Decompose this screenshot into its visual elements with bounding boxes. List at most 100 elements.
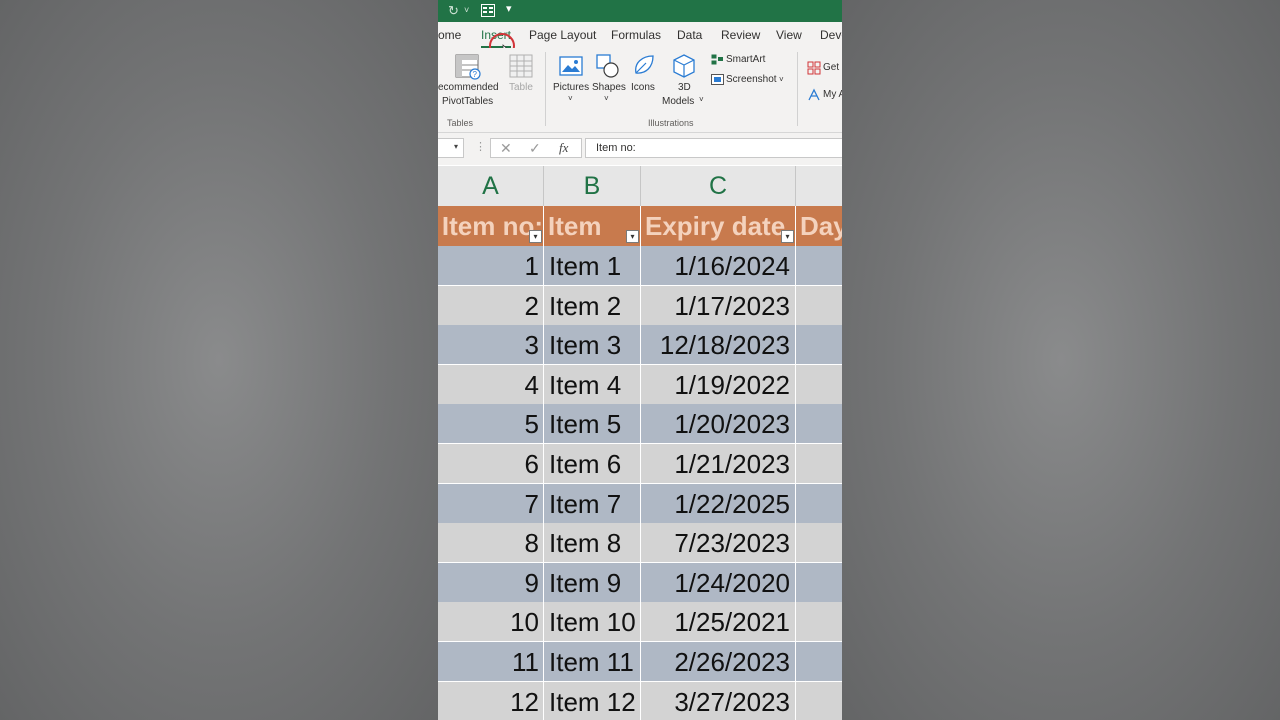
cell-item[interactable]: Item 5 xyxy=(544,404,641,444)
table-row: 5 Item 5 1/20/2023 xyxy=(438,404,842,445)
cell-item[interactable]: Item 10 xyxy=(544,602,641,642)
name-box-dropdown-icon[interactable]: ▾ xyxy=(454,142,458,151)
background-right xyxy=(842,0,1280,720)
formula-input[interactable]: Item no: xyxy=(585,138,842,158)
cell-item-no[interactable]: 12 xyxy=(438,681,544,720)
3d-models-dropdown-icon[interactable]: ˅ xyxy=(699,95,704,104)
cell-days[interactable] xyxy=(796,246,842,285)
cell-item-no[interactable]: 9 xyxy=(438,562,544,602)
cell-item-no[interactable]: 2 xyxy=(438,285,544,325)
cell-item-no[interactable]: 8 xyxy=(438,523,544,563)
cell-item-no[interactable]: 1 xyxy=(438,246,544,285)
cell-item[interactable]: Item 2 xyxy=(544,285,641,325)
cell-days[interactable] xyxy=(796,444,842,483)
cell-expiry-date[interactable]: 1/25/2021 xyxy=(641,602,796,642)
column-header-a[interactable]: A xyxy=(438,166,544,206)
cell-item[interactable]: Item 4 xyxy=(544,364,641,404)
smartart-button[interactable]: SmartArt xyxy=(726,54,765,65)
cell-item-no[interactable]: 5 xyxy=(438,404,544,444)
shapes-dropdown-icon[interactable]: ˅ xyxy=(604,94,609,103)
cell-item[interactable]: Item 7 xyxy=(544,483,641,523)
cell-days[interactable] xyxy=(796,682,842,720)
screenshot-dropdown-icon[interactable]: ˅ xyxy=(779,75,784,84)
cell-expiry-date[interactable]: 1/19/2022 xyxy=(641,364,796,404)
cell-item[interactable]: Item 9 xyxy=(544,562,641,602)
cell-item[interactable]: Item 6 xyxy=(544,444,641,483)
column-header-c[interactable]: C xyxy=(641,166,796,206)
cell-expiry-date[interactable]: 12/18/2023 xyxy=(641,325,796,365)
cell-item-no[interactable]: 11 xyxy=(438,642,544,681)
cell-item[interactable]: Item 11 xyxy=(544,642,641,681)
cell-expiry-date[interactable]: 2/26/2023 xyxy=(641,642,796,681)
column-headers: A B C xyxy=(438,166,842,207)
screenshot-button[interactable]: Screenshot xyxy=(726,74,777,85)
cell-expiry-date[interactable]: 1/17/2023 xyxy=(641,285,796,325)
cell-days[interactable] xyxy=(796,563,842,602)
cell-item-no[interactable]: 6 xyxy=(438,444,544,483)
tab-data[interactable]: Data xyxy=(677,28,702,42)
table-icon xyxy=(509,54,533,78)
ribbon-separator-2 xyxy=(797,52,798,126)
tab-review[interactable]: Review xyxy=(721,28,760,42)
enter-icon[interactable]: ✓ xyxy=(529,140,541,157)
cell-days[interactable] xyxy=(796,365,842,404)
cell-days[interactable] xyxy=(796,642,842,681)
get-addins-button[interactable]: Get xyxy=(823,62,839,73)
my-addins-button[interactable]: My A xyxy=(823,89,842,100)
cancel-icon[interactable]: ✕ xyxy=(500,140,512,157)
pictures-button[interactable]: Pictures xyxy=(553,82,589,93)
icons-button[interactable]: Icons xyxy=(631,82,655,93)
customize-quick-access-icon[interactable]: ▾ xyxy=(506,2,512,15)
table-row: 11 Item 11 2/26/2023 xyxy=(438,642,842,682)
formula-bar-grip-icon[interactable]: ⋮ xyxy=(475,140,486,153)
cell-expiry-date[interactable]: 1/21/2023 xyxy=(641,444,796,483)
cell-days[interactable] xyxy=(796,484,842,523)
recommended-pivottables-button[interactable]: ecommended xyxy=(438,82,499,93)
cell-item-no[interactable]: 4 xyxy=(438,364,544,404)
cell-expiry-date[interactable]: 1/16/2024 xyxy=(641,246,796,285)
redo-icon[interactable]: ↻ xyxy=(448,3,459,19)
name-box[interactable]: ▾ xyxy=(438,138,464,158)
formula-buttons: ✕ ✓ fx xyxy=(490,138,582,158)
cell-item-no[interactable]: 7 xyxy=(438,483,544,523)
tab-home[interactable]: ome xyxy=(438,28,461,42)
cell-expiry-date[interactable]: 1/20/2023 xyxy=(641,404,796,444)
filter-item-button[interactable]: ▾ xyxy=(626,230,639,243)
column-header-b[interactable]: B xyxy=(544,166,641,206)
form-icon[interactable] xyxy=(481,4,495,17)
table-row: 1 Item 1 1/16/2024 xyxy=(438,246,842,286)
cell-item[interactable]: Item 3 xyxy=(544,325,641,365)
tab-view[interactable]: View xyxy=(776,28,802,42)
cell-item-no[interactable]: 3 xyxy=(438,325,544,365)
cell-days[interactable] xyxy=(796,325,842,364)
shapes-button[interactable]: Shapes xyxy=(592,82,626,93)
insert-function-icon[interactable]: fx xyxy=(559,140,568,156)
tab-page-layout[interactable]: Page Layout xyxy=(529,28,596,42)
table-button[interactable]: Table xyxy=(509,82,533,93)
pictures-dropdown-icon[interactable]: ˅ xyxy=(568,94,573,103)
cell-expiry-date[interactable]: 7/23/2023 xyxy=(641,523,796,563)
cell-expiry-date[interactable]: 1/24/2020 xyxy=(641,562,796,602)
cell-expiry-date[interactable]: 3/27/2023 xyxy=(641,681,796,720)
cell-item[interactable]: Item 8 xyxy=(544,523,641,563)
cell-item[interactable]: Item 1 xyxy=(544,246,641,285)
header-cell-days[interactable]: Day xyxy=(796,206,842,246)
tab-formulas[interactable]: Formulas xyxy=(611,28,661,42)
filter-expiry-date-button[interactable]: ▾ xyxy=(781,230,794,243)
header-cell-expiry-date[interactable]: Expiry date xyxy=(641,206,796,246)
cell-expiry-date[interactable]: 1/22/2025 xyxy=(641,483,796,523)
3d-models-button[interactable]: Models xyxy=(662,96,694,107)
filter-item-no-button[interactable]: ▾ xyxy=(529,230,542,243)
cell-item-no[interactable]: 10 xyxy=(438,602,544,642)
redo-dropdown-icon[interactable]: ˅ xyxy=(464,5,469,15)
cell-days[interactable] xyxy=(796,523,842,562)
cell-days[interactable] xyxy=(796,602,842,641)
header-label-item-no: Item no: xyxy=(441,211,543,241)
table-row: 12 Item 12 3/27/2023 xyxy=(438,681,842,720)
cell-days[interactable] xyxy=(796,286,842,325)
tab-developer[interactable]: Deve xyxy=(820,28,842,42)
cell-item[interactable]: Item 12 xyxy=(544,681,641,720)
excel-window: ↻ ˅ ▾ ome Insert Page Layout Formulas Da… xyxy=(438,0,842,720)
column-header-d[interactable] xyxy=(796,166,842,206)
cell-days[interactable] xyxy=(796,404,842,443)
